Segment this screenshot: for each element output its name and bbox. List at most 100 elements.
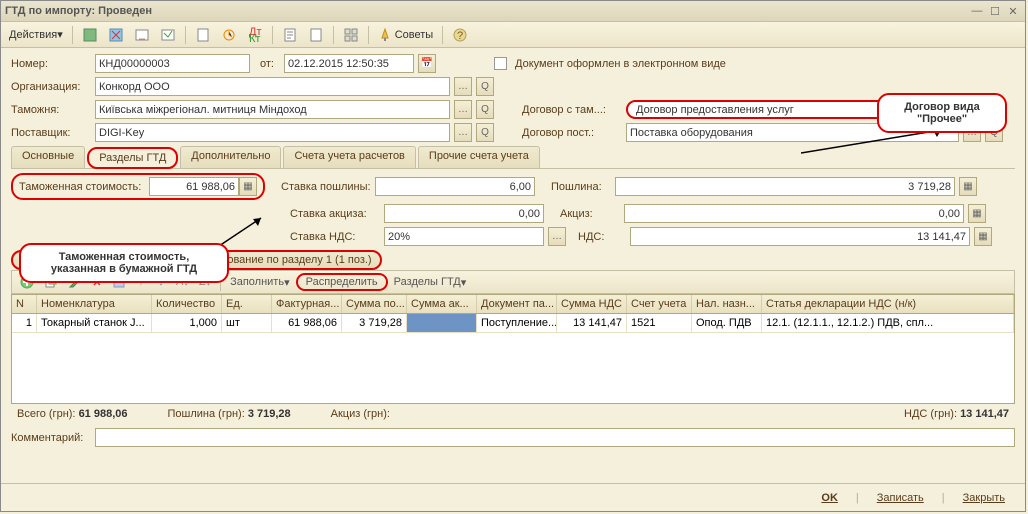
toolbar-icon-3[interactable] [130,25,154,45]
duty-label: Пошлина: [551,181,611,193]
help-button[interactable]: ? [448,25,472,45]
fill-dropdown[interactable]: Заполнить ▾ [226,273,294,291]
supplier-lookup-button[interactable]: Q [476,123,494,142]
electronic-label: Документ оформлен в электронном виде [515,58,726,70]
tab-other-accounts[interactable]: Прочие счета учета [418,146,540,168]
toolbar-icon-5[interactable] [191,25,215,45]
tab-accounts[interactable]: Счета учета расчетов [283,146,415,168]
number-label: Номер: [11,58,91,70]
comment-input[interactable] [95,428,1015,447]
col-qty[interactable]: Количество [152,295,222,313]
window-title: ГТД по импорту: Проведен [5,5,967,17]
toolbar-icon-9[interactable] [304,25,328,45]
sections-dropdown[interactable]: Разделы ГТД ▾ [390,273,471,291]
col-doc[interactable]: Документ па... [477,295,557,313]
supplier-label: Поставщик: [11,127,91,139]
save-button[interactable]: Записать [867,489,934,507]
col-nom[interactable]: Номенклатура [37,295,152,313]
contract-sup-input[interactable]: Поставка оборудования [626,123,959,142]
toolbar-icon-6[interactable] [217,25,241,45]
customs-lookup-button[interactable]: Q [476,100,494,119]
col-decl[interactable]: Статья декларации НДС (н/к) [762,295,1014,313]
number-input[interactable]: КНД00000003 [95,54,250,73]
customs-input[interactable]: Київська міжрегіонал. митниця Міндоход [95,100,450,119]
excise-rate-input[interactable]: 0,00 [384,204,544,223]
duty-rate-input[interactable]: 6,00 [375,177,535,196]
org-input[interactable]: Конкорд ООО [95,77,450,96]
org-select-button[interactable]: … [454,77,472,96]
ok-button[interactable]: OK [811,489,848,507]
customs-cost-label: Таможенная стоимость: [19,181,149,193]
vat-label: НДС: [578,231,626,243]
add-copy-button[interactable] [40,273,62,291]
subtab-goods[interactable]: Товары по разделу 1 (0 поз.) [11,250,177,270]
contract-tam-lookup-button[interactable]: Q [985,100,1003,119]
col-duty[interactable]: Сумма по... [342,295,407,313]
contract-sup-label: Договор пост.: [522,127,622,139]
vat-input[interactable]: 13 141,47 [630,227,970,246]
electronic-checkbox[interactable] [494,57,507,70]
comment-label: Комментарий: [11,432,91,444]
sort-desc-button[interactable]: Z↓ [195,273,215,291]
excise-label: Акциз: [560,208,620,220]
close-button[interactable]: ✕ [1005,4,1021,18]
date-input[interactable]: 02.12.2015 12:50:35 [284,54,414,73]
toolbar-icon-8[interactable] [278,25,302,45]
minimize-button[interactable]: — [969,4,985,18]
close-footer-button[interactable]: Закрыть [953,489,1015,507]
customs-cost-calc-button[interactable]: ▦ [239,177,257,196]
toolbar-icon-2[interactable] [104,25,128,45]
edit-row-button[interactable] [64,273,86,291]
customs-select-button[interactable]: … [454,100,472,119]
toolbar-icon-10[interactable] [339,25,363,45]
move-up-button[interactable]: ↑ [132,273,150,291]
excise-rate-label: Ставка акциза: [290,208,380,220]
save-row-button[interactable] [108,273,130,291]
col-n[interactable]: N [12,295,37,313]
sort-asc-button[interactable]: A↓ [172,273,193,291]
col-tax[interactable]: Нал. назн... [692,295,762,313]
col-excise[interactable]: Сумма ак... [407,295,477,313]
maximize-button[interactable]: ☐ [987,4,1003,18]
supplier-select-button[interactable]: … [454,123,472,142]
excise-input[interactable]: 0,00 [624,204,964,223]
vat-calc-button[interactable]: ▦ [974,227,992,246]
tab-additional[interactable]: Дополнительно [180,146,281,168]
toolbar-icon-4[interactable] [156,25,180,45]
from-label: от: [260,58,280,70]
tab-main[interactable]: Основные [11,146,85,168]
customs-cost-input[interactable]: 61 988,06 [149,177,239,196]
grid-row[interactable]: 1 Токарный станок J... 1,000 шт 61 988,0… [12,314,1014,333]
toolbar-icon-7[interactable]: ДтКт [243,25,267,45]
delete-row-button[interactable]: ✕ [88,273,106,291]
vat-rate-label: Ставка НДС: [290,231,380,243]
col-vat[interactable]: Сумма НДС [557,295,627,313]
vat-rate-input[interactable]: 20% [384,227,544,246]
supplier-input[interactable]: DIGI-Key [95,123,450,142]
tab-sections[interactable]: Разделы ГТД [87,147,178,169]
vat-rate-select-button[interactable]: … [548,227,566,246]
toolbar-icon-1[interactable] [78,25,102,45]
org-lookup-button[interactable]: Q [476,77,494,96]
footer: OK | Записать | Закрыть [1,483,1025,511]
duty-input[interactable]: 3 719,28 [615,177,955,196]
duty-calc-button[interactable]: ▦ [959,177,977,196]
excise-calc-button[interactable]: ▦ [968,204,986,223]
subtab-equipment[interactable]: Оборудование по разделу 1 (1 поз.) [179,250,382,270]
date-picker-button[interactable]: 📅 [418,54,436,73]
distribute-button[interactable]: Распределить [296,273,388,291]
col-account[interactable]: Счет учета [627,295,692,313]
add-row-button[interactable] [16,273,38,291]
main-toolbar: Действия ▾ ДтКт Советы ? [1,22,1025,48]
contract-tam-select-button[interactable]: … [963,100,981,119]
contract-sup-select-button[interactable]: … [963,123,981,142]
col-invoice[interactable]: Фактурная... [272,295,342,313]
contract-tam-label: Договор с там...: [522,104,622,116]
contract-sup-lookup-button[interactable]: Q [985,123,1003,142]
col-unit[interactable]: Ед. [222,295,272,313]
advice-button[interactable]: Советы [374,25,437,45]
actions-dropdown[interactable]: Действия ▾ [5,25,67,45]
contract-tam-input[interactable]: Договор предоставления услуг [626,100,959,119]
duty-rate-label: Ставка пошлины: [281,181,371,193]
move-down-button[interactable]: ↓ [152,273,170,291]
